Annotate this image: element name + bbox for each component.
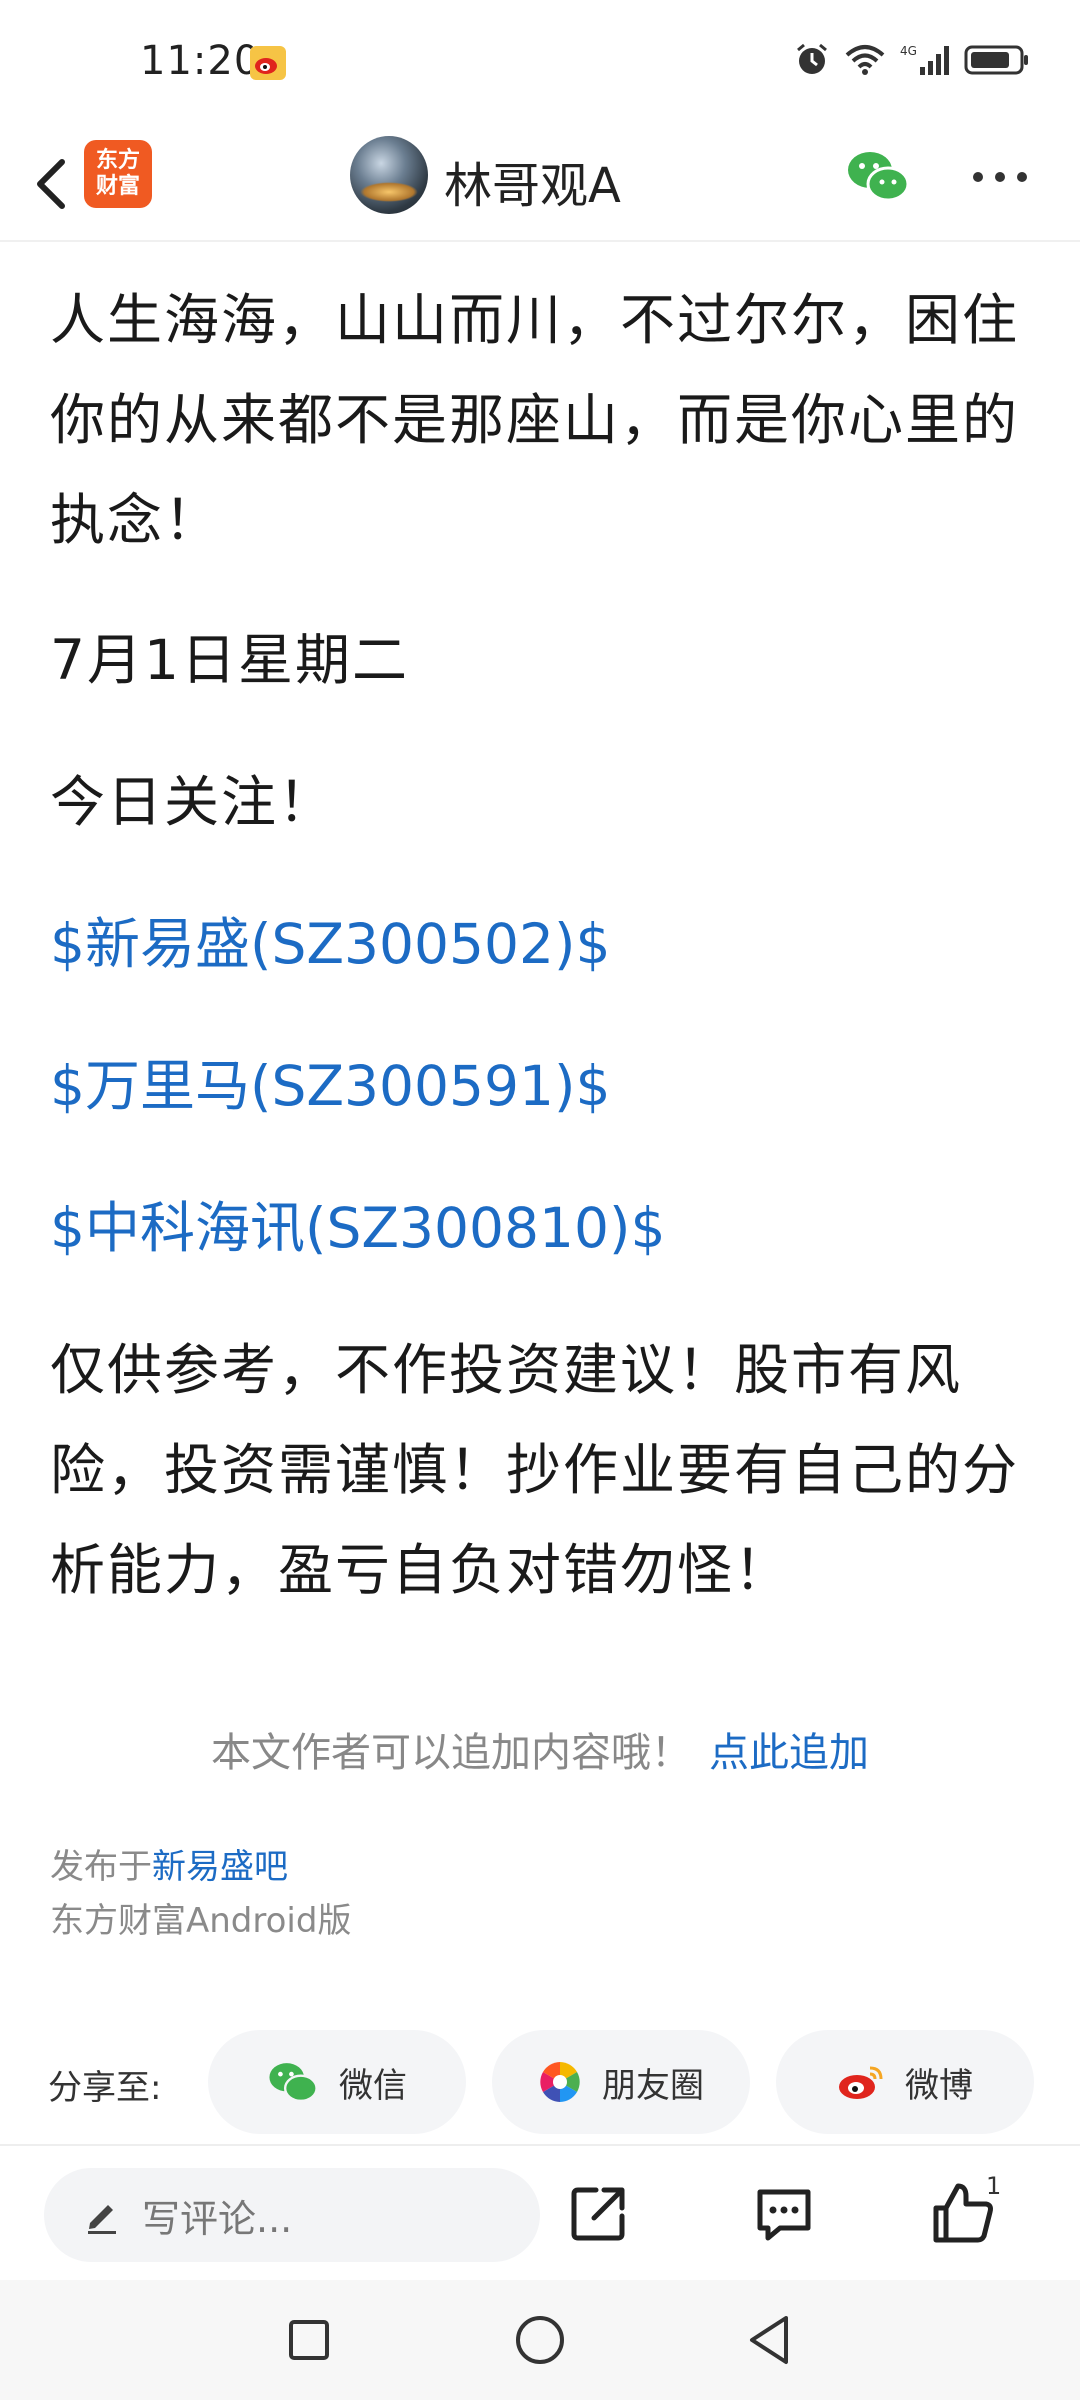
top-nav-bar: 东方 财富 林哥观A	[0, 130, 1080, 242]
eastmoney-logo[interactable]: 东方 财富	[84, 140, 152, 208]
weibo-icon	[839, 2066, 883, 2099]
bar-link[interactable]: 新易盛吧	[152, 1847, 288, 1887]
stock-link-zhongkehaixun[interactable]: $中科海讯(SZ300810)$	[50, 1178, 1040, 1278]
svg-text:4G: 4G	[900, 44, 917, 58]
moments-icon	[540, 2062, 580, 2102]
stock-link-wanlima[interactable]: $万里马(SZ300591)$	[50, 1036, 1040, 1136]
share-icon[interactable]	[566, 2182, 630, 2246]
alarm-icon	[797, 43, 827, 74]
comment-icon[interactable]	[752, 2182, 816, 2246]
share-moments-label: 朋友圈	[602, 2065, 704, 2106]
status-icons: 4G	[794, 42, 1030, 78]
share-wechat-label: 微信	[339, 2065, 407, 2106]
date-line: 7月1日星期二	[50, 628, 409, 692]
append-hint: 本文作者可以追加内容哦！	[211, 1730, 691, 1776]
post-meta: 发布于新易盛吧 东方财富Android版	[50, 1840, 351, 1948]
share-weibo-label: 微博	[905, 2065, 973, 2106]
nav-back-icon[interactable]	[744, 2312, 794, 2368]
system-nav-bar	[0, 2280, 1080, 2400]
focus-heading: 今日关注！	[50, 770, 336, 834]
stock-link-xinyisheng[interactable]: $新易盛(SZ300502)$	[50, 894, 1040, 994]
page: 11:20 4G 东方 财富 林哥观A 人生海海，山山而川，不过尔尔，困住你的从…	[0, 0, 1080, 2400]
status-time: 11:20	[140, 38, 261, 84]
share-wechat-button[interactable]: 微信	[208, 2030, 466, 2134]
recent-apps-icon[interactable]	[287, 2318, 331, 2362]
posted-in-line: 发布于新易盛吧	[50, 1840, 351, 1894]
author-name[interactable]: 林哥观A	[444, 146, 621, 216]
logo-line-1: 东方	[95, 148, 140, 173]
back-icon[interactable]	[22, 152, 82, 216]
status-bar: 11:20 4G	[0, 0, 1080, 130]
weibo-notification-icon	[250, 46, 286, 80]
posted-prefix: 发布于	[50, 1847, 152, 1887]
share-label: 分享至:	[48, 2068, 162, 2108]
more-icon[interactable]	[970, 170, 1030, 184]
append-link[interactable]: 点此追加	[709, 1730, 869, 1776]
wifi-icon	[845, 45, 885, 75]
intro-paragraph: 人生海海，山山而川，不过尔尔，困住你的从来都不是那座山，而是你心里的执念！	[50, 288, 1020, 552]
article-body: 人生海海，山山而川，不过尔尔，困住你的从来都不是那座山，而是你心里的执念！ 7月…	[50, 270, 1040, 1620]
share-weibo-button[interactable]: 微博	[776, 2030, 1034, 2134]
4g-signal-icon: 4G	[900, 44, 949, 75]
pen-icon	[88, 2205, 116, 2234]
home-icon[interactable]	[514, 2314, 566, 2366]
comment-placeholder: 写评论...	[142, 2196, 293, 2241]
disclaimer-paragraph: 仅供参考，不作投资建议！股市有风险，投资需谨慎！抄作业要有自己的分析能力，盈亏自…	[50, 1338, 1020, 1602]
author-avatar[interactable]	[350, 136, 428, 214]
logo-line-2: 财富	[95, 174, 140, 199]
client-info: 东方财富Android版	[50, 1901, 352, 1941]
battery-icon	[964, 45, 1028, 75]
append-content-row: 本文作者可以追加内容哦！ 点此追加	[0, 1720, 1080, 1778]
share-moments-button[interactable]: 朋友圈	[492, 2030, 750, 2134]
wechat-icon[interactable]	[846, 148, 910, 204]
bottom-action-bar: 写评论... 1	[0, 2144, 1080, 2282]
comment-input[interactable]: 写评论...	[44, 2168, 540, 2262]
wechat-icon	[269, 2063, 318, 2103]
like-count: 1	[986, 2172, 1002, 2200]
share-row: 分享至: 微信 朋友圈 微博	[0, 2030, 1080, 2134]
